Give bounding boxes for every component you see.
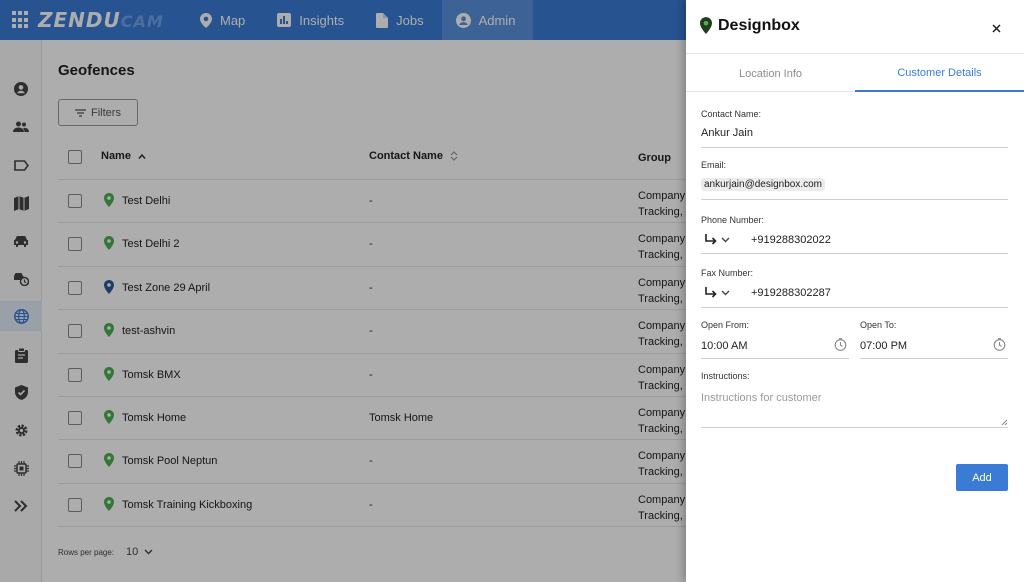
tab-customer-details[interactable]: Customer Details bbox=[855, 55, 1024, 92]
field-underline bbox=[860, 358, 1008, 359]
email-label: Email: bbox=[701, 160, 727, 170]
instructions-field[interactable]: Instructions: Instructions for customer bbox=[701, 371, 1008, 429]
country-code-dropdown[interactable] bbox=[721, 290, 751, 296]
chevron-down-icon bbox=[721, 290, 730, 296]
field-underline bbox=[701, 199, 1008, 200]
drawer-title: Designbox bbox=[718, 17, 800, 34]
phone-number-label: Phone Number: bbox=[701, 215, 765, 225]
geofence-details-drawer: Designbox Location Info Customer Details… bbox=[686, 0, 1024, 582]
country-code-icon[interactable] bbox=[701, 287, 721, 299]
instructions-textarea[interactable]: Instructions for customer bbox=[701, 392, 1008, 404]
open-from-label: Open From: bbox=[701, 320, 750, 330]
open-to-label: Open To: bbox=[860, 320, 897, 330]
close-icon bbox=[991, 23, 1001, 33]
drawer-header: Designbox bbox=[686, 0, 1024, 54]
open-from-field[interactable]: Open From: 10:00 AM bbox=[701, 320, 849, 360]
resize-handle-icon[interactable] bbox=[1001, 419, 1008, 426]
country-code-icon[interactable] bbox=[701, 234, 721, 246]
country-code-dropdown[interactable] bbox=[721, 237, 751, 243]
open-to-field[interactable]: Open To: 07:00 PM bbox=[860, 320, 1008, 360]
clock-icon[interactable] bbox=[834, 338, 847, 351]
open-from-input[interactable]: 10:00 AM bbox=[701, 340, 849, 352]
field-underline bbox=[701, 307, 1008, 308]
phone-number-input[interactable]: +919288302022 bbox=[751, 234, 831, 246]
add-button[interactable]: Add bbox=[956, 464, 1008, 491]
geofence-pin-icon bbox=[700, 17, 712, 34]
modal-backdrop[interactable] bbox=[0, 0, 686, 582]
clock-icon[interactable] bbox=[993, 338, 1006, 351]
tab-location-info[interactable]: Location Info bbox=[686, 55, 855, 92]
field-underline bbox=[701, 358, 849, 359]
field-underline bbox=[701, 427, 1008, 428]
field-underline bbox=[701, 253, 1008, 254]
close-button[interactable] bbox=[984, 16, 1008, 40]
instructions-label: Instructions: bbox=[701, 371, 750, 381]
email-chip[interactable]: ankurjain@designbox.com bbox=[701, 178, 825, 191]
drawer-tabs: Location Info Customer Details bbox=[686, 55, 1024, 92]
contact-name-label: Contact Name: bbox=[701, 109, 762, 119]
fax-number-field[interactable]: Fax Number: +919288302287 bbox=[701, 268, 1008, 308]
field-underline bbox=[701, 147, 1008, 148]
fax-number-label: Fax Number: bbox=[701, 268, 754, 278]
open-to-input[interactable]: 07:00 PM bbox=[860, 340, 1008, 352]
phone-number-field[interactable]: Phone Number: +919288302022 bbox=[701, 215, 1008, 255]
chevron-down-icon bbox=[721, 237, 730, 243]
fax-number-input[interactable]: +919288302287 bbox=[751, 287, 831, 299]
contact-name-field[interactable]: Contact Name: Ankur Jain bbox=[701, 109, 1008, 149]
email-field[interactable]: Email: ankurjain@designbox.com bbox=[701, 160, 1008, 202]
contact-name-input[interactable]: Ankur Jain bbox=[701, 127, 1008, 139]
